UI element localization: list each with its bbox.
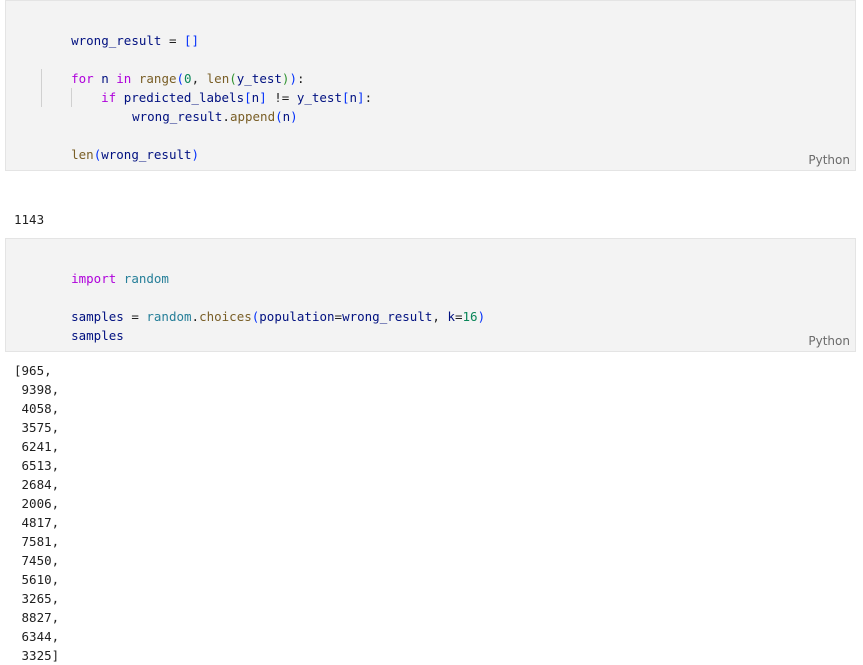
code-token: = [334,309,343,324]
output-value: 3575 [21,420,52,435]
code-token: append [229,109,276,124]
output-list-item: [965, [14,363,52,378]
code-token: . [222,109,230,124]
output-list-item: 2684, [21,477,60,492]
output-value: 6241 [21,439,52,454]
output-list-item: 3265, [21,591,60,606]
code-line: import random [41,250,169,286]
code-token: 16 [462,309,478,324]
output-value: 6513 [21,458,52,473]
code-line: len(wrong_result) [41,126,199,162]
indent-guide [41,69,42,107]
cell-output-2: [965, 9398, 4058, 3575, 6241, 6513, 2684… [14,361,59,665]
code-line: samples [41,307,124,343]
code-token: samples [71,328,124,343]
output-list-item: 6513, [21,458,60,473]
code-token: = [161,33,184,48]
code-token: ) [191,147,200,162]
output-value: 4058 [21,401,52,416]
output-list-item: 6241, [21,439,60,454]
output-list-item: 6344, [21,629,60,644]
output-value: 2006 [21,496,52,511]
code-token: import [71,271,117,286]
output-list-item: 7450, [21,553,60,568]
output-value: 6344 [21,629,52,644]
output-value: 7450 [21,553,52,568]
cell-output-1: 1143 [14,180,44,244]
output-value: 3325 [21,648,52,663]
output-value: 9398 [21,382,52,397]
output-list-item: 2006, [21,496,60,511]
code-token: random [146,309,192,324]
code-line: samples = random.choices(population=wron… [41,288,485,324]
output-value: 3265 [21,591,52,606]
output-value: 7581 [21,534,52,549]
code-cell-2[interactable]: import random samples = random.choices(p… [5,238,856,352]
output-value: 965 [21,363,45,378]
code-token: ( [275,109,283,124]
code-token: wrong_result [132,109,223,124]
cell-language-label[interactable]: Python [808,334,850,348]
code-token: [ [341,90,350,105]
code-token: wrong_result [101,147,192,162]
output-list-item: 3575, [21,420,60,435]
output-list-item: 4058, [21,401,60,416]
code-line: wrong_result.append(n) [102,88,298,124]
output-list-item: 5610, [21,572,60,587]
output-value: 2684 [21,477,52,492]
output-value: 5610 [21,572,52,587]
code-token: len [71,147,94,162]
output-list-item: 9398, [21,382,60,397]
output-list-item: 7581, [21,534,60,549]
code-token: , [432,309,448,324]
code-line: for n in range(0, len(y_test)): [41,50,304,86]
code-token: = [123,309,147,324]
code-line: if predicted_labels[n] != y_test[n]: [71,69,372,105]
code-token: . [191,309,200,324]
code-token: ) [477,309,486,324]
code-cell-1[interactable]: wrong_result = [] for n in range(0, len(… [5,0,856,171]
output-value: 4817 [21,515,52,530]
code-token: population [259,309,335,324]
code-line: wrong_result = [] [41,12,199,48]
code-token: wrong_result [342,309,433,324]
cell-language-label[interactable]: Python [808,153,850,167]
output-close-bracket: ] [51,648,60,663]
code-token: k [447,309,455,324]
output-value: 8827 [21,610,52,625]
code-token: random [123,271,169,286]
code-token: ) [290,109,298,124]
code-token: = [454,309,463,324]
code-token: ] [357,90,365,105]
output-open-bracket: [ [14,363,22,378]
output-list-item: 3325] [14,646,60,665]
code-token: [] [184,33,200,48]
code-token: choices [199,309,252,324]
output-list-item: 4817, [21,515,60,530]
output-value: 1143 [14,212,45,227]
code-token: : [364,90,373,105]
code-token: y_test [296,90,342,105]
output-list-item: 8827, [21,610,60,625]
code-token: n [349,90,358,105]
code-token: wrong_result [71,33,162,48]
